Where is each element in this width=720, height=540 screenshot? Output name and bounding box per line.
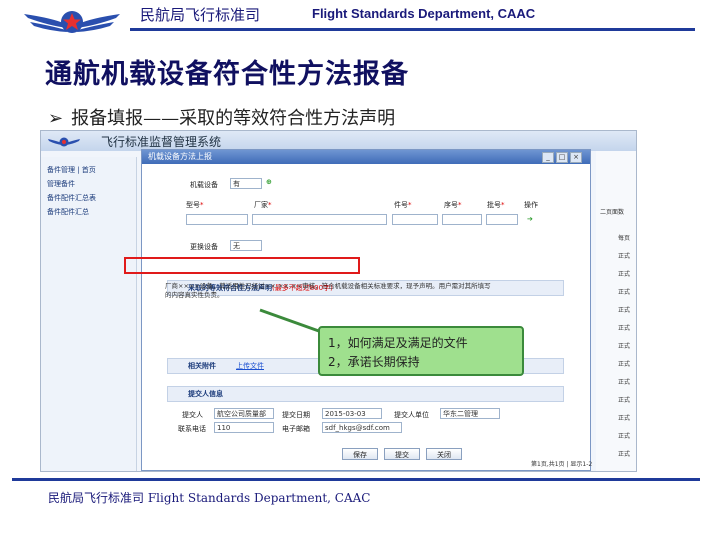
date-label: 提交日期 (282, 411, 310, 419)
col-batch: 批号* (487, 201, 505, 209)
right-col-text: 正式 (618, 451, 631, 458)
sidebar-item[interactable]: 备件管理 | 首页 (47, 165, 96, 175)
header-divider (130, 28, 695, 31)
close-dialog-button[interactable]: 关闭 (426, 448, 462, 460)
sidebar-item[interactable]: 备件配件汇总表 (47, 193, 96, 203)
col-action: 操作 (524, 201, 538, 209)
app-logo-icon (48, 137, 80, 147)
bullet-text: 报备填报——采取的等效符合性方法声明 (71, 108, 396, 129)
replace-select[interactable]: 无 (230, 240, 262, 251)
submit-button[interactable]: 提交 (384, 448, 420, 460)
submitter-label: 提交人 (182, 411, 203, 419)
footer-text: 民航局飞行标准司 Flight Standards Department, CA… (48, 491, 371, 505)
dialog-title: 机载设备方法上报 (148, 152, 212, 161)
add-icon[interactable]: ⊕ (266, 178, 272, 186)
device-select[interactable]: 有 (230, 178, 262, 189)
right-col-text: 正式 (618, 253, 631, 260)
submitter-section-header[interactable]: 提交人信息 (167, 386, 564, 402)
right-col-text: 正式 (618, 271, 631, 278)
right-col-text: 二页面数 (600, 209, 625, 216)
bullet-arrow-icon: ➢ (48, 108, 64, 129)
date-field[interactable]: 2015-03-03 (322, 408, 382, 419)
right-col-text: 正式 (618, 415, 631, 422)
phone-label: 联系电话 (178, 425, 206, 433)
replace-label: 更换设备 (190, 243, 218, 251)
app-screenshot: 飞行标准监督管理系统 备件管理 | 首页 管理备件 备件配件汇总表 备件配件汇总… (40, 130, 637, 472)
submitter-section-title: 提交人信息 (188, 390, 223, 398)
email-label: 电子邮箱 (282, 425, 310, 433)
minimize-button[interactable]: _ (542, 152, 554, 163)
highlight-box (124, 257, 360, 274)
batch-input[interactable] (486, 214, 518, 225)
unit-label: 提交人单位 (394, 411, 429, 419)
col-serial: 序号* (444, 201, 462, 209)
statement-text: 厂商××××设备，其适用性已经过××-××-××审核，符合机载设备相关标准要求，… (165, 282, 491, 299)
close-button[interactable]: × (570, 152, 582, 163)
unit-field[interactable]: 华东二管理 (440, 408, 500, 419)
right-col-text: 正式 (618, 343, 631, 350)
confirm-arrow-icon[interactable]: ➔ (527, 215, 533, 223)
related-section-title: 相关附件 (188, 362, 216, 370)
right-col-text: 正式 (618, 379, 631, 386)
right-col-text: 正式 (618, 307, 631, 314)
sidebar-item[interactable]: 管理备件 (47, 179, 75, 189)
header-en-title: Flight Standards Department, CAAC (312, 6, 536, 21)
serial-input[interactable] (442, 214, 482, 225)
slide-title: 通航机载设备符合性方法报备 (45, 59, 409, 90)
caac-wings-logo-icon (24, 11, 120, 33)
report-dialog: 机载设备方法上报 _ □ × 机载设备 有 ⊕ 型号* 厂家* 件号* 序号* … (141, 149, 591, 471)
save-button[interactable]: 保存 (342, 448, 378, 460)
device-label: 机载设备 (190, 181, 218, 189)
submitter-field[interactable]: 航空公司质量部 (214, 408, 274, 419)
right-col-text: 正式 (618, 433, 631, 440)
header-cn-title: 民航局飞行标准司 (140, 6, 261, 24)
maker-input[interactable] (252, 214, 387, 225)
app-brand: 飞行标准监督管理系统 (101, 135, 222, 149)
right-col-text: 正式 (618, 289, 631, 296)
col-maker: 厂家* (254, 201, 272, 209)
app-sidebar: 备件管理 | 首页 管理备件 备件配件汇总表 备件配件汇总 (41, 157, 137, 471)
phone-field[interactable]: 110 (214, 422, 274, 433)
maximize-button[interactable]: □ (556, 152, 568, 163)
model-input[interactable] (186, 214, 248, 225)
pagination-status: 第1页,共1页 | 显示1-2 (531, 461, 593, 468)
right-col-text: 每页 (618, 235, 631, 242)
col-model: 型号* (186, 201, 204, 209)
upload-link[interactable]: 上传文件 (236, 361, 264, 371)
col-part: 件号* (394, 201, 412, 209)
right-col-text: 正式 (618, 361, 631, 368)
bullet-point: ➢ 报备填报——采取的等效符合性方法声明 (48, 104, 395, 130)
right-col-text: 正式 (618, 325, 631, 332)
footer-divider (12, 478, 700, 481)
right-col-text: 正式 (618, 397, 631, 404)
email-field[interactable]: sdf_hkgs@sdf.com (322, 422, 402, 433)
part-input[interactable] (392, 214, 438, 225)
sidebar-item[interactable]: 备件配件汇总 (47, 207, 89, 217)
callout-line-1: 1，如何满足及满足的文件 (328, 336, 468, 350)
app-right-column: 二页面数 每页 正式 正式 正式 正式 正式 正式 正式 正式 正式 正式 正式… (596, 151, 636, 471)
callout-line-2: 2，承诺长期保持 (328, 355, 420, 369)
